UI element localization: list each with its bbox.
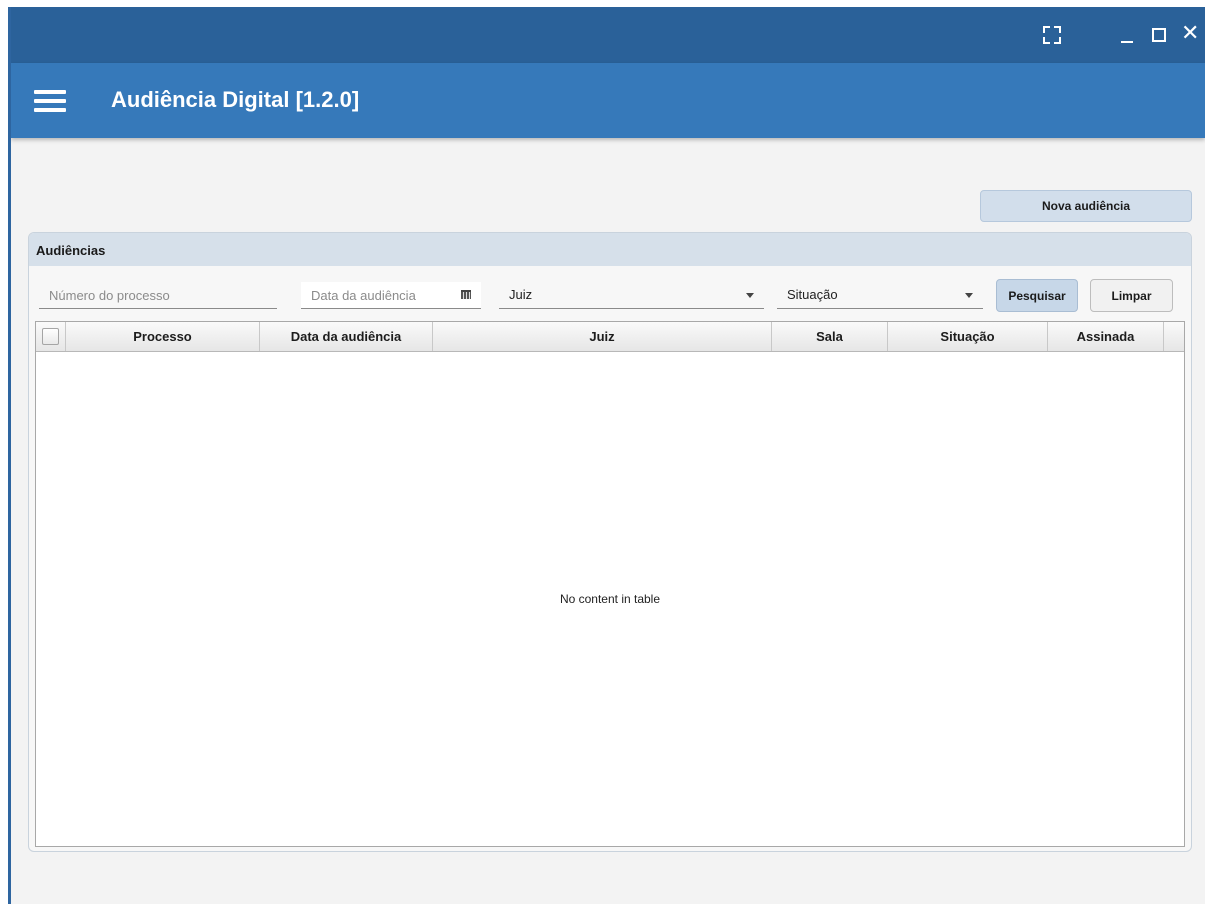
minimize-icon[interactable] bbox=[1121, 31, 1133, 43]
calendar-icon[interactable] bbox=[461, 290, 471, 299]
judge-select-label: Juiz bbox=[509, 287, 533, 302]
column-header-assinada[interactable]: Assinada bbox=[1048, 322, 1164, 351]
chevron-down-icon bbox=[746, 293, 754, 298]
app-header: Audiência Digital [1.2.0] bbox=[11, 63, 1205, 138]
process-number-input[interactable] bbox=[39, 282, 277, 308]
column-header-sala[interactable]: Sala bbox=[772, 322, 888, 351]
close-icon[interactable]: ✕ bbox=[1181, 20, 1199, 48]
maximize-icon[interactable] bbox=[1152, 28, 1166, 42]
empty-table-message: No content in table bbox=[559, 592, 661, 606]
column-header-processo[interactable]: Processo bbox=[66, 322, 260, 351]
process-number-field[interactable] bbox=[39, 282, 277, 309]
column-header-data[interactable]: Data da audiência bbox=[260, 322, 433, 351]
status-select[interactable]: Situação bbox=[777, 282, 983, 309]
search-button[interactable]: Pesquisar bbox=[996, 279, 1078, 312]
hearing-date-field[interactable] bbox=[301, 282, 481, 309]
column-header-situacao[interactable]: Situação bbox=[888, 322, 1048, 351]
panel-title: Audiências bbox=[36, 243, 106, 258]
panel-header: Audiências bbox=[29, 233, 1191, 266]
clear-button[interactable]: Limpar bbox=[1090, 279, 1173, 312]
status-select-label: Situação bbox=[787, 287, 838, 302]
window-titlebar: ✕ bbox=[11, 7, 1205, 63]
judge-select[interactable]: Juiz bbox=[499, 282, 764, 309]
hearings-table: Processo Data da audiência Juiz Sala Sit… bbox=[35, 321, 1185, 847]
chevron-down-icon bbox=[965, 293, 973, 298]
new-hearing-button[interactable]: Nova audiência bbox=[980, 190, 1192, 222]
fullscreen-icon[interactable] bbox=[1043, 26, 1061, 44]
hearings-panel: Audiências Juiz Situação Pesquisar Limpa… bbox=[28, 232, 1192, 852]
column-header-juiz[interactable]: Juiz bbox=[433, 322, 772, 351]
select-all-checkbox[interactable] bbox=[42, 328, 59, 345]
app-title: Audiência Digital [1.2.0] bbox=[111, 87, 360, 112]
hearing-date-input[interactable] bbox=[301, 282, 451, 308]
hamburger-menu-icon[interactable] bbox=[34, 90, 66, 112]
column-filler bbox=[1164, 322, 1184, 351]
table-header: Processo Data da audiência Juiz Sala Sit… bbox=[36, 322, 1184, 352]
select-all-cell bbox=[36, 322, 66, 351]
app-window: ✕ Audiência Digital [1.2.0] Nova audiênc… bbox=[8, 7, 1205, 904]
